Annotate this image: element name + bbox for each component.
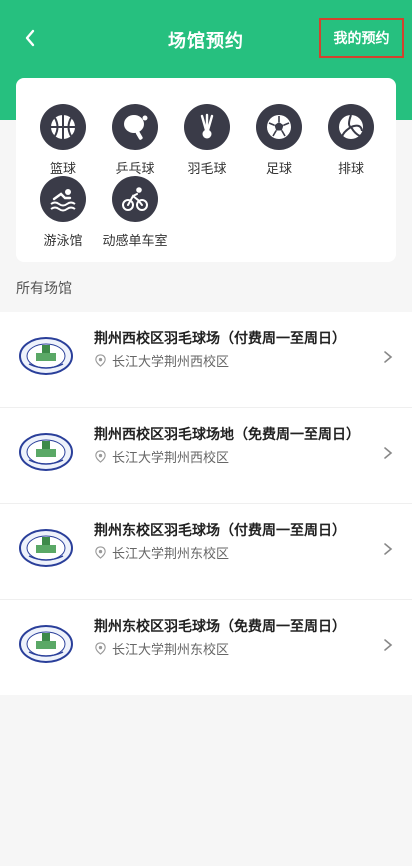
swimming-icon (40, 176, 86, 222)
badminton-icon (184, 104, 230, 150)
volleyball-icon (328, 104, 374, 150)
venue-name: 荆州东校区羽毛球场（付费周一至周日） (94, 523, 346, 539)
venue-name: 荆州西校区羽毛球场（付费周一至周日） (94, 331, 346, 347)
list-item[interactable]: 荆州西校区羽毛球场（付费周一至周日） 长江大学荆州西校区 (0, 312, 412, 408)
chevron-right-icon (384, 447, 393, 459)
ping-pong-icon (112, 104, 158, 150)
category-swimming[interactable]: 游泳馆 (27, 176, 99, 249)
location-pin-icon (95, 354, 106, 367)
location-text: 长江大学荆州西校区 (112, 355, 230, 370)
list-item[interactable]: 荆州东校区羽毛球场（付费周一至周日） 长江大学荆州东校区 (0, 504, 412, 600)
category-soccer[interactable]: 足球 (243, 104, 315, 177)
category-cycling[interactable]: 动感单车室 (99, 176, 171, 249)
list-item[interactable]: 荆州西校区羽毛球场地（免费周一至周日） 长江大学荆州西校区 (0, 408, 412, 504)
cycling-icon (112, 176, 158, 222)
location-pin-icon (95, 642, 106, 655)
venue-location: 长江大学荆州东校区 (94, 543, 229, 562)
category-badminton[interactable]: 羽毛球 (171, 104, 243, 177)
venue-name: 荆州西校区羽毛球场地（免费周一至周日） (94, 427, 360, 443)
location-pin-icon (95, 546, 106, 559)
location-text: 长江大学荆州东校区 (112, 643, 230, 658)
location-text: 长江大学荆州东校区 (112, 547, 230, 562)
category-label: 羽毛球 (187, 162, 227, 177)
venue-location: 长江大学荆州东校区 (94, 639, 229, 658)
category-basketball[interactable]: 篮球 (27, 104, 99, 177)
university-logo-icon (19, 625, 73, 663)
chevron-right-icon (384, 351, 393, 363)
basketball-icon (40, 104, 86, 150)
venue-location: 长江大学荆州西校区 (94, 447, 229, 466)
university-logo-icon (19, 337, 73, 375)
category-label: 排球 (337, 162, 364, 177)
list-item[interactable]: 荆州东校区羽毛球场（免费周一至周日） 长江大学荆州东校区 (0, 600, 412, 695)
soccer-icon (256, 104, 302, 150)
category-ping-pong[interactable]: 乒乓球 (99, 104, 171, 177)
university-logo-icon (19, 433, 73, 471)
category-grid: 篮球 乒乓球 羽毛球 足球 排球 游泳馆 动感单车室 (16, 78, 396, 262)
category-label: 游泳馆 (43, 234, 83, 249)
category-label: 动感单车室 (102, 234, 168, 249)
chevron-right-icon (384, 543, 393, 555)
location-pin-icon (95, 450, 106, 463)
venue-list: 荆州西校区羽毛球场（付费周一至周日） 长江大学荆州西校区 荆州西校区羽毛球场地（… (0, 312, 412, 695)
category-label: 篮球 (49, 162, 76, 177)
category-label: 乒乓球 (115, 162, 155, 177)
chevron-right-icon (384, 639, 393, 651)
university-logo-icon (19, 529, 73, 567)
category-volleyball[interactable]: 排球 (315, 104, 387, 177)
category-label: 足球 (265, 162, 292, 177)
location-text: 长江大学荆州西校区 (112, 451, 230, 466)
section-title: 所有场馆 (16, 281, 72, 297)
venue-name: 荆州东校区羽毛球场（免费周一至周日） (94, 619, 346, 635)
my-booking-button[interactable]: 我的预约 (319, 18, 404, 58)
venue-location: 长江大学荆州西校区 (94, 351, 229, 370)
